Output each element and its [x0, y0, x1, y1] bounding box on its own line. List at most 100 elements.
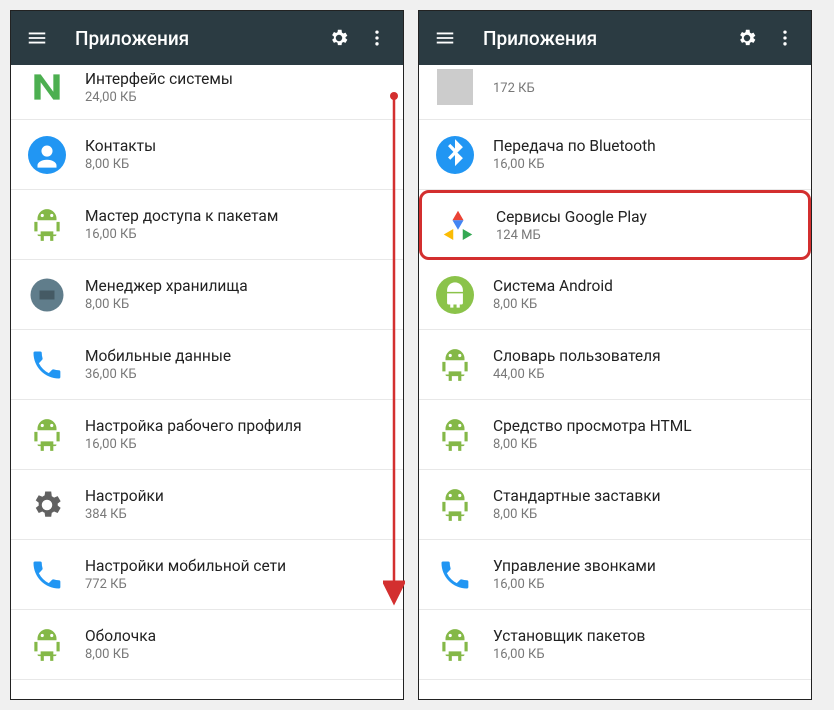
phone-left: Приложения Интерфейс системы 24,00 КБ Конт… [10, 10, 404, 700]
app-size: 16,00 КБ [493, 577, 795, 592]
app-size: 8,00 КБ [85, 647, 387, 662]
app-size: 8,00 КБ [85, 157, 387, 172]
hamburger-icon[interactable] [25, 26, 49, 50]
calendar-icon [27, 695, 67, 700]
app-name: Управление звонками [493, 557, 795, 575]
app-row[interactable]: Передача по Bluetooth16,00 КБ [419, 120, 811, 190]
app-row[interactable]: Настройки мобильной сети 772 КБ [11, 540, 403, 610]
phone-right: Приложения 172 КБПередача по Bluetooth16… [418, 10, 812, 700]
app-row[interactable]: 172 КБ [419, 65, 811, 120]
app-row[interactable]: Контакты 8,00 КБ [11, 120, 403, 190]
appbar-title: Приложения [75, 27, 327, 50]
app-text: Установщик пакетов 16,00 КБ [493, 627, 795, 662]
app-row[interactable]: Настройка рабочего профиля 16,00 КБ [11, 400, 403, 470]
app-name: Средство просмотра HTML [493, 417, 795, 435]
app-text: Средство просмотра HTML 8,00 КБ [493, 417, 795, 452]
app-text: Менеджер хранилища8,00 КБ [85, 277, 387, 312]
app-size: 8,00 КБ [493, 437, 795, 452]
app-text: Словарь пользователя 44,00 КБ [493, 347, 795, 382]
app-size: 124 МБ [496, 228, 792, 243]
app-name: Настройка рабочего профиля [85, 417, 387, 435]
gplay-icon [438, 205, 478, 245]
app-list-left[interactable]: Интерфейс системы 24,00 КБ Контакты 8,00 КБ… [11, 65, 403, 699]
app-row[interactable]: Мастер доступа к пакетам 16,00 КБ [11, 190, 403, 260]
storage-icon [27, 275, 67, 315]
app-row[interactable]: Средство просмотра HTML 8,00 КБ [419, 400, 811, 470]
app-name: Мобильные данные [85, 347, 387, 365]
app-size: 772 КБ [85, 577, 387, 592]
app-name: Контакты [85, 137, 387, 155]
app-name: Настройки [85, 487, 387, 505]
app-list-right[interactable]: 172 КБПередача по Bluetooth16,00 КБСерви… [419, 65, 811, 699]
app-text: Стандартные заставки 8,00 КБ [493, 487, 795, 522]
hamburger-icon[interactable] [433, 26, 457, 50]
app-text: Контакты 8,00 КБ [85, 137, 387, 172]
app-text: Настройка рабочего профиля 16,00 КБ [85, 417, 387, 452]
app-row[interactable]: Настройки384 КБ [11, 470, 403, 540]
app-row[interactable]: Менеджер хранилища8,00 КБ [11, 260, 403, 330]
app-row[interactable]: Сервисы Google Play 124 МБ [419, 190, 811, 260]
app-size: 44,00 КБ [493, 367, 795, 382]
app-name: Словарь пользователя [493, 347, 795, 365]
app-size: 16,00 КБ [85, 437, 387, 452]
app-row[interactable]: Установщик пакетов 16,00 КБ [419, 610, 811, 680]
android-icon [435, 695, 475, 700]
app-text: Система Android 8,00 КБ [493, 277, 795, 312]
app-text: 172 КБ [493, 79, 795, 96]
overflow-icon[interactable] [773, 26, 797, 50]
gear-icon [27, 485, 67, 525]
blank-icon [435, 67, 475, 107]
app-size: 172 КБ [493, 81, 795, 96]
app-name: Стандартные заставки [493, 487, 795, 505]
overflow-icon[interactable] [365, 26, 389, 50]
phone-icon [435, 555, 475, 595]
app-name: Интерфейс системы [85, 70, 387, 88]
app-text: Управление звонками 16,00 КБ [493, 557, 795, 592]
app-name: Установщик пакетов [493, 627, 795, 645]
androidcircle-icon [435, 275, 475, 315]
app-size: 8,00 КБ [493, 297, 795, 312]
app-text: Оболочка 8,00 КБ [85, 627, 387, 662]
app-name: Установщик сертификатов [493, 697, 795, 699]
app-row[interactable]: Управление звонками 16,00 КБ [419, 540, 811, 610]
app-row[interactable]: Оболочка 8,00 КБ [11, 610, 403, 680]
app-size: 8,00 КБ [493, 507, 795, 522]
app-size: 16,00 КБ [493, 647, 795, 662]
app-name: Передача по Bluetooth [493, 137, 795, 155]
gear-icon[interactable] [327, 26, 351, 50]
contact-icon [27, 135, 67, 175]
app-name: Мастер доступа к пакетам [85, 207, 387, 225]
appbar: Приложения [11, 11, 403, 65]
phone-icon [27, 555, 67, 595]
app-name: Настройки мобильной сети [85, 557, 387, 575]
app-size: 36,00 КБ [85, 367, 387, 382]
app-name: Оболочка [85, 627, 387, 645]
appbar: Приложения [419, 11, 811, 65]
app-size: 24,00 КБ [85, 90, 387, 105]
app-row[interactable]: Память календаря [11, 680, 403, 699]
android-icon [435, 485, 475, 525]
app-name: Система Android [493, 277, 795, 295]
app-row[interactable]: Установщик сертификатов8,00 КБ [419, 680, 811, 699]
android-icon [27, 415, 67, 455]
app-text: Мастер доступа к пакетам 16,00 КБ [85, 207, 387, 242]
app-row[interactable]: Система Android 8,00 КБ [419, 260, 811, 330]
app-name: Сервисы Google Play [496, 208, 792, 226]
app-text: Настройки384 КБ [85, 487, 387, 522]
appbar-title: Приложения [483, 27, 735, 50]
android-icon [27, 205, 67, 245]
app-row[interactable]: Словарь пользователя 44,00 КБ [419, 330, 811, 400]
app-text: Передача по Bluetooth16,00 КБ [493, 137, 795, 172]
app-size: 16,00 КБ [85, 227, 387, 242]
app-text: Интерфейс системы 24,00 КБ [85, 70, 387, 105]
gear-icon[interactable] [735, 26, 759, 50]
app-text: Настройки мобильной сети 772 КБ [85, 557, 387, 592]
app-row[interactable]: Интерфейс системы 24,00 КБ [11, 65, 403, 120]
app-size: 8,00 КБ [85, 297, 387, 312]
app-row[interactable]: Стандартные заставки 8,00 КБ [419, 470, 811, 540]
android-icon [435, 625, 475, 665]
app-text: Установщик сертификатов8,00 КБ [493, 697, 795, 699]
app-row[interactable]: Мобильные данные 36,00 КБ [11, 330, 403, 400]
letterN-icon [27, 67, 67, 107]
android-icon [435, 345, 475, 385]
